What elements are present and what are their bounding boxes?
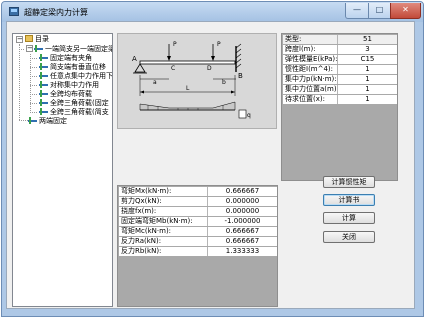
param-value-target-position[interactable]: 1 (338, 95, 397, 104)
param-label: 集中力位置a(m): (283, 85, 338, 94)
beam-icon (39, 81, 48, 88)
result-value-deflection-x[interactable]: 0.000000 (208, 207, 277, 216)
window-title: 超静定梁内力计算 (24, 8, 88, 17)
report-button[interactable]: 计算书 (323, 194, 375, 206)
tree-group-both-fixed[interactable]: 两端固定 (28, 117, 67, 126)
result-value-moment-c[interactable]: 0.666667 (208, 227, 277, 236)
tree-item-symmetric-loads[interactable]: 对称集中力作用 (39, 81, 99, 90)
label-dim-a: a (153, 79, 157, 86)
param-value-point-load[interactable]: 1 (338, 75, 397, 84)
beam-icon (34, 45, 43, 52)
result-label: 固定端弯矩Mb(kN·m): (119, 217, 208, 226)
result-label: 反力Rb(kN): (119, 247, 208, 256)
result-value-reaction-a[interactable]: 0.666667 (208, 237, 277, 246)
label-a: A (132, 55, 137, 63)
param-label: 弹性模量E(kPa): (283, 55, 338, 64)
beam-icon (39, 108, 48, 115)
results-grid[interactable]: 弯矩Mx(kN·m): 0.666667 剪力Qx(kN): 0.000000 … (117, 185, 278, 307)
param-value-inertia[interactable]: 1 (338, 65, 397, 74)
maximize-button[interactable]: □ (368, 3, 391, 19)
close-window-button[interactable]: ✕ (390, 3, 421, 19)
beam-icon (39, 90, 48, 97)
tree-root-expander[interactable]: − (16, 36, 23, 43)
label-p1: P (173, 41, 177, 48)
category-tree[interactable]: − 目录 − 一端简支另一端固定梁 固定端有夹角 简支端有垂直位移 任意点集中力… (12, 33, 113, 307)
tree-group-one-end-fixed[interactable]: 一端简支另一端固定梁 (34, 45, 112, 54)
tree-root[interactable]: 目录 (25, 35, 49, 44)
param-label: 集中力p(kN·m): (283, 75, 338, 84)
calc-inertia-button[interactable]: 计算惯性矩 (323, 176, 375, 188)
beam-icon (39, 63, 48, 70)
param-value-elastic-modulus[interactable]: C15 (338, 55, 397, 64)
param-label: 类型: (283, 35, 338, 44)
param-value-span[interactable]: 3 (338, 45, 397, 54)
moment-diagram (139, 101, 236, 111)
param-label: 跨度l(m): (283, 45, 338, 54)
tree-item-triangle-load-fixed[interactable]: 全跨三角荷载(固定 (39, 99, 109, 108)
result-value-fixed-end-moment[interactable]: -1.000000 (208, 217, 277, 226)
beam-icon (28, 117, 37, 124)
result-value-shear-x[interactable]: 0.000000 (208, 197, 277, 206)
minimize-button[interactable]: — (345, 3, 369, 19)
label-c: C (171, 65, 175, 72)
tree-item-point-load[interactable]: 任意点集中力作用下 (39, 72, 112, 81)
beam-icon (39, 72, 48, 79)
result-label: 挠度fx(m): (119, 207, 208, 216)
param-label: 惯性距I(m^4): (283, 65, 338, 74)
param-value-load-position[interactable]: 1 (338, 85, 397, 94)
result-label: 反力Ra(kN): (119, 237, 208, 246)
param-label: 待求位置(x): (283, 95, 338, 104)
label-dim-b: b (222, 79, 226, 86)
title-bar[interactable]: 超静定梁内力计算 — □ ✕ (2, 2, 423, 22)
beam-diagram: q A B C D P P a b L (117, 33, 277, 129)
tree-item-fixed-angle[interactable]: 固定端有夹角 (39, 54, 92, 63)
beam-diagram-svg: q A B C D P P a b L (132, 41, 251, 119)
result-label: 弯矩Mx(kN·m): (119, 187, 208, 196)
beam-icon (39, 54, 48, 61)
app-icon (9, 7, 19, 16)
label-q: q (247, 112, 251, 119)
param-value-type[interactable]: 51 (338, 35, 397, 44)
beam (139, 60, 236, 65)
result-value-reaction-b[interactable]: 1.333333 (208, 247, 277, 256)
label-l: L (186, 85, 190, 92)
result-label: 剪力Qx(kN): (119, 197, 208, 206)
label-p2: P (217, 41, 221, 48)
label-b: B (238, 72, 243, 80)
tree-item-uniform-load[interactable]: 全跨均布荷载 (39, 90, 92, 99)
label-d: D (207, 65, 212, 72)
parameter-grid[interactable]: 类型: 51 跨度l(m): 3 弹性模量E(kPa): C15 惯性距I(m^… (281, 33, 398, 181)
tree-item-vertical-displacement[interactable]: 简支端有垂直位移 (39, 63, 106, 72)
result-value-moment-x[interactable]: 0.666667 (208, 187, 277, 196)
result-label: 弯矩Mc(kN·m): (119, 227, 208, 236)
folder-icon (25, 35, 33, 42)
tree-group1-expander[interactable]: − (26, 45, 33, 52)
close-button[interactable]: 关闭 (323, 231, 375, 243)
tree-item-triangle-load-simple[interactable]: 全跨三角荷载(简支 (39, 108, 109, 117)
beam-icon (39, 99, 48, 106)
pin-support (134, 63, 146, 73)
calculate-button[interactable]: 计算 (323, 212, 375, 224)
